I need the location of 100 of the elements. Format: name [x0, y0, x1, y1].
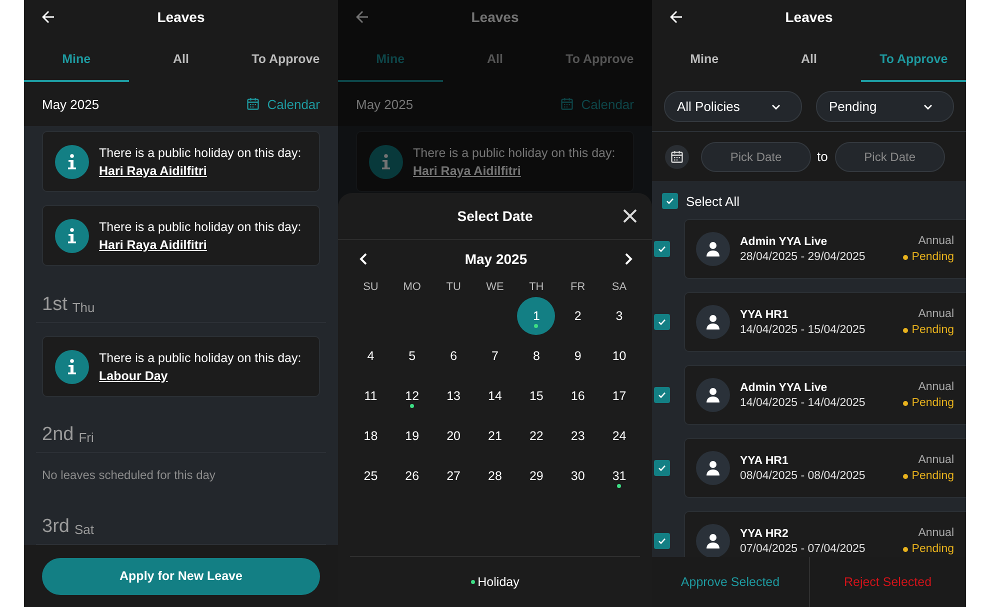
- calendar-day[interactable]: 9: [558, 337, 597, 375]
- calendar-day[interactable]: 19: [393, 417, 432, 455]
- leave-type: Annual: [918, 527, 954, 539]
- employee-name: YYA HR1: [740, 454, 790, 466]
- calendar-day[interactable]: 28: [476, 457, 514, 495]
- calendar-day[interactable]: 7: [476, 337, 514, 375]
- calendar-day[interactable]: 31: [600, 457, 638, 495]
- sheet-title: Select Date: [457, 208, 533, 224]
- info-icon: [55, 145, 89, 179]
- calendar-icon: [670, 150, 684, 164]
- person-icon: [705, 241, 721, 257]
- calendar-day[interactable]: 30: [558, 457, 597, 495]
- calendar-day[interactable]: 4: [352, 337, 390, 375]
- calendar-day[interactable]: 14: [476, 377, 514, 415]
- checkbox[interactable]: [654, 533, 670, 549]
- day-number: 1st: [42, 294, 68, 316]
- employee-name: Admin YYA Live: [740, 382, 828, 394]
- person-icon: [705, 460, 721, 476]
- check-icon: [657, 463, 667, 473]
- check-icon: [657, 390, 667, 400]
- request-card[interactable]: YYA HR2 07/04/2025 - 07/04/2025 Annual Pending: [684, 511, 966, 557]
- calendar-day[interactable]: 8: [517, 337, 556, 375]
- weekday-label: Sat: [74, 522, 94, 538]
- request-card[interactable]: Admin YYA Live 28/04/2025 - 29/04/2025 Annual Pending: [684, 219, 966, 279]
- screen-title: Leaves: [785, 9, 833, 25]
- calendar-day[interactable]: 10: [600, 337, 638, 375]
- date-range: 14/04/2025 - 14/04/2025: [740, 396, 866, 408]
- weekday-label: SU: [362, 280, 380, 295]
- empty-message: No leaves scheduled for this day: [41, 467, 216, 484]
- weekday-label: FR: [570, 280, 586, 295]
- legend-label: Holiday: [478, 575, 520, 589]
- tab[interactable]: Mine: [652, 34, 757, 82]
- tab[interactable]: To Approve: [233, 34, 338, 82]
- check-icon: [657, 317, 667, 327]
- date-range: 08/04/2025 - 08/04/2025: [740, 470, 866, 482]
- calendar-day[interactable]: 17: [600, 377, 638, 415]
- range-separator: to: [817, 149, 828, 164]
- checkbox[interactable]: [654, 241, 670, 257]
- calendar-button[interactable]: [665, 144, 689, 168]
- tab[interactable]: All: [756, 34, 862, 82]
- holiday-notice: There is a public holiday on this day:: [99, 219, 302, 236]
- employee-name: Admin YYA Live: [740, 236, 828, 248]
- calendar-day[interactable]: 20: [434, 417, 473, 455]
- holiday-link[interactable]: Hari Raya Aidilfitri: [413, 164, 521, 178]
- select-all-label: Select All: [686, 194, 740, 208]
- weekday-label: MO: [402, 280, 422, 295]
- month-label: May 2025: [356, 96, 414, 112]
- calendar-day[interactable]: 12: [393, 377, 432, 415]
- screen-title: Leaves: [157, 9, 205, 25]
- calendar-day[interactable]: 27: [434, 457, 473, 495]
- leave-type: Annual: [918, 308, 954, 320]
- holiday-link[interactable]: Labour Day: [99, 368, 168, 383]
- calendar-icon: [246, 97, 260, 111]
- calendar-day[interactable]: 6: [434, 337, 473, 375]
- month-label: May 2025: [42, 96, 100, 112]
- calendar-month: May 2025: [464, 251, 528, 267]
- calendar-day[interactable]: 15: [517, 377, 556, 415]
- close-icon[interactable]: [622, 208, 638, 224]
- calendar-day[interactable]: 5: [393, 337, 432, 375]
- calendar-icon: [560, 97, 574, 111]
- calendar-day[interactable]: 21: [476, 417, 514, 455]
- holiday-notice: There is a public holiday on this day:: [413, 145, 616, 162]
- screen-title: Leaves: [471, 9, 519, 25]
- calendar-day[interactable]: 16: [558, 377, 597, 415]
- day-number: 2nd: [42, 424, 74, 446]
- status-label: Pending: [902, 324, 954, 336]
- request-card[interactable]: YYA HR1 08/04/2025 - 08/04/2025 Annual Pending: [684, 438, 966, 498]
- checkbox[interactable]: [654, 387, 670, 403]
- calendar-day[interactable]: 22: [517, 417, 556, 455]
- calendar-day[interactable]: 23: [558, 417, 597, 455]
- calendar-day[interactable]: 25: [352, 457, 390, 495]
- calendar-day[interactable]: 29: [517, 457, 556, 495]
- leave-type: Annual: [918, 235, 954, 247]
- employee-name: YYA HR2: [740, 528, 790, 540]
- date-field[interactable]: Pick Date: [701, 142, 811, 172]
- request-card[interactable]: Admin YYA Live 14/04/2025 - 14/04/2025 Annual Pending: [684, 365, 966, 425]
- calendar-day[interactable]: 2: [558, 297, 597, 335]
- calendar-day[interactable]: 3: [600, 297, 638, 335]
- calendar-day[interactable]: 26: [393, 457, 432, 495]
- checkbox[interactable]: [654, 460, 670, 476]
- filter-dropdown[interactable]: All Policies: [664, 91, 802, 122]
- apply-button[interactable]: Apply for New Leave: [42, 558, 320, 594]
- request-card[interactable]: YYA HR1 14/04/2025 - 15/04/2025 Annual Pending: [684, 292, 966, 352]
- filter-dropdown[interactable]: Pending: [816, 91, 954, 122]
- calendar-day[interactable]: 13: [434, 377, 473, 415]
- calendar-day[interactable]: 1: [517, 297, 556, 335]
- calendar-link[interactable]: Calendar: [246, 96, 320, 112]
- checkbox[interactable]: [662, 193, 678, 209]
- weekday-label: TH: [528, 280, 545, 295]
- holiday-link[interactable]: Hari Raya Aidilfitri: [99, 164, 207, 178]
- checkbox[interactable]: [654, 314, 670, 330]
- tab[interactable]: All: [128, 34, 234, 82]
- approve-button[interactable]: Approve Selected: [652, 557, 808, 607]
- day-number: 3rd: [42, 516, 70, 538]
- calendar-day[interactable]: 24: [600, 417, 638, 455]
- employee-name: YYA HR1: [740, 308, 790, 320]
- calendar-day[interactable]: 18: [352, 417, 390, 455]
- holiday-link[interactable]: Hari Raya Aidilfitri: [99, 238, 207, 252]
- calendar-day[interactable]: 11: [352, 377, 390, 415]
- date-field[interactable]: Pick Date: [834, 142, 945, 172]
